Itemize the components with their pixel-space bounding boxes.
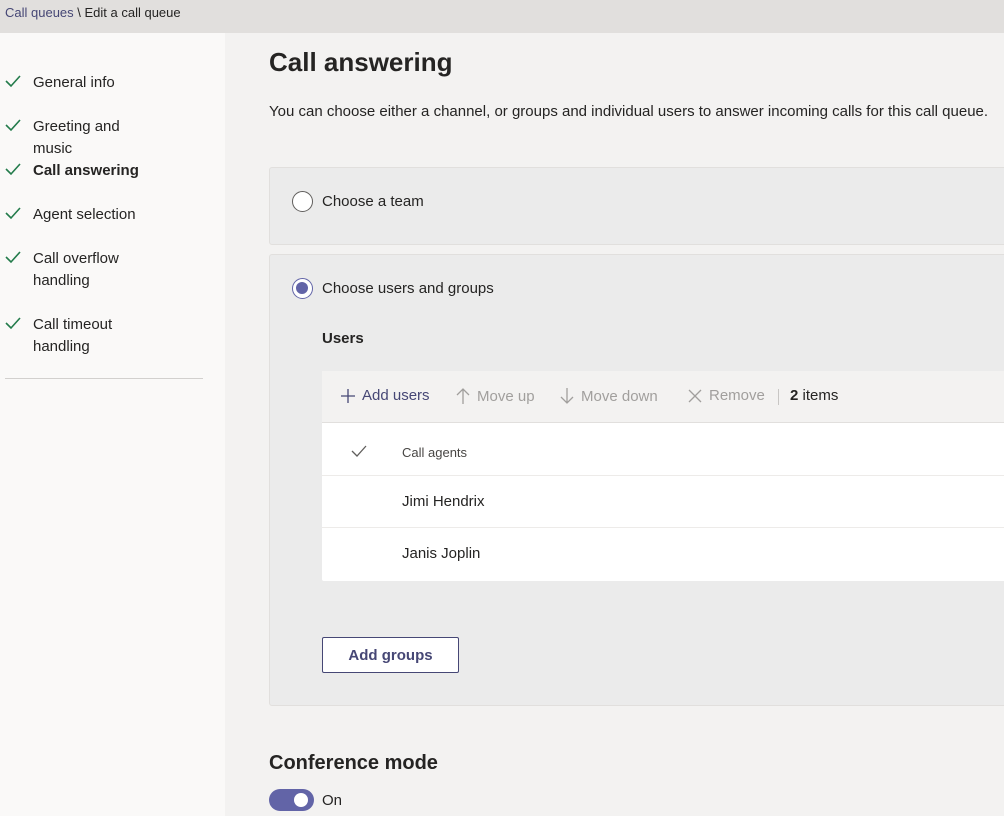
add-groups-button[interactable]: Add groups (322, 637, 459, 673)
plus-icon (341, 388, 355, 403)
check-icon (5, 207, 21, 220)
sidebar-item-label: Agent selection (33, 206, 136, 223)
users-grid: Add users Move up Move down Remove 2 ite… (322, 371, 1004, 581)
remove-label: Remove (709, 387, 765, 404)
agent-name-cell: Jimi Hendrix (402, 493, 485, 510)
items-count-label: items (798, 387, 839, 404)
page-description: You can choose either a channel, or grou… (269, 103, 989, 120)
move-up-button[interactable]: Move up (455, 387, 535, 405)
table-header-row: Call agents (322, 424, 1004, 476)
arrow-up-icon (456, 388, 470, 404)
choose-team-radio[interactable] (292, 191, 313, 212)
move-down-label: Move down (581, 387, 658, 405)
conference-mode-title: Conference mode (269, 752, 438, 774)
breadcrumb-call-queues-link[interactable]: Call queues (5, 5, 74, 20)
column-header-call-agents[interactable]: Call agents (402, 445, 467, 460)
wizard-steps-sidebar: General info Greeting and music Call ans… (0, 33, 225, 816)
check-icon (5, 163, 21, 176)
conference-mode-toggle-label: On (322, 792, 343, 809)
sidebar-item-label: Greeting and music (33, 118, 120, 157)
table-row[interactable]: Janis Joplin (322, 528, 1004, 580)
arrow-down-icon (560, 388, 574, 404)
move-up-label: Move up (477, 387, 535, 405)
sidebar-item-label: General info (33, 74, 115, 91)
users-section-title: Users (322, 330, 364, 347)
add-users-label: Add users (362, 387, 430, 404)
check-icon (5, 119, 21, 132)
sidebar-divider (5, 378, 203, 379)
select-all-check-icon[interactable] (351, 444, 367, 458)
main-content: Call answering You can choose either a c… (225, 33, 1004, 816)
choose-users-groups-radio[interactable] (292, 278, 313, 299)
command-bar-separator (778, 389, 779, 405)
close-icon (688, 389, 702, 402)
choose-users-groups-label: Choose users and groups (322, 280, 494, 297)
breadcrumb-current: Edit a call queue (84, 5, 181, 20)
sidebar-item-label: Call answering (33, 162, 139, 179)
table-row[interactable]: Jimi Hendrix (322, 476, 1004, 528)
page-title: Call answering (269, 47, 453, 77)
conference-mode-toggle[interactable] (269, 789, 314, 811)
toggle-knob (294, 793, 308, 807)
users-command-bar: Add users Move up Move down Remove 2 ite… (322, 371, 1004, 423)
agent-name-cell: Janis Joplin (402, 545, 481, 562)
move-down-button[interactable]: Move down (559, 387, 658, 405)
sidebar-item-label: Call timeout handling (33, 316, 113, 355)
check-icon (5, 251, 21, 264)
remove-button[interactable]: Remove (687, 387, 765, 404)
choose-team-label: Choose a team (322, 193, 424, 210)
breadcrumb-separator: \ (73, 5, 85, 20)
choose-users-groups-card: Choose users and groups Users Add users … (269, 254, 1004, 706)
items-count: 2 items (790, 387, 838, 404)
check-icon (5, 75, 21, 88)
check-icon (5, 317, 21, 330)
add-users-button[interactable]: Add users (340, 387, 430, 404)
choose-team-card[interactable]: Choose a team (269, 167, 1004, 245)
sidebar-item-label: Call overflow handling (33, 250, 119, 289)
breadcrumb: Call queues \ Edit a call queue (0, 0, 1004, 33)
